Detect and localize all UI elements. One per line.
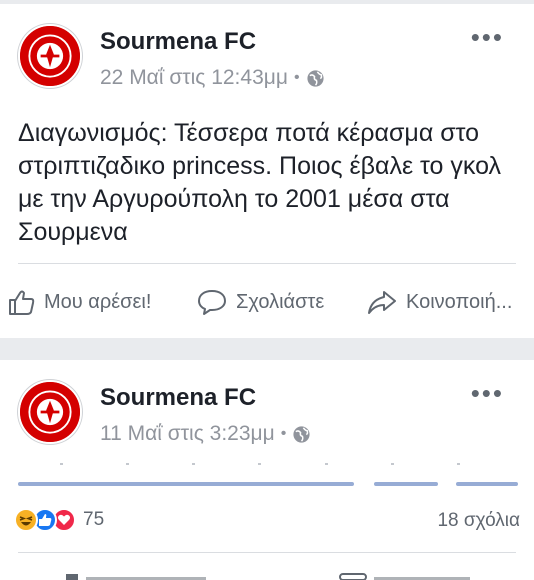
feed-post: Sourmena FC 22 Μαΐ στις 12:43μμ • ••• Δι… (0, 4, 534, 338)
comments-count[interactable]: 18 σχόλια (437, 510, 520, 532)
news-feed: Sourmena FC 22 Μαΐ στις 12:43μμ • ••• Δι… (0, 0, 534, 580)
content-preview-bar (374, 482, 438, 486)
thumbs-up-icon (9, 290, 35, 315)
page-avatar[interactable] (18, 24, 82, 88)
post-meta: 11 Μαΐ στις 3:23μμ • (100, 422, 311, 446)
haha-reaction-icon (14, 508, 38, 532)
reactions-summary[interactable]: 75 (14, 508, 104, 532)
share-button[interactable]: Κοινοποιή... (366, 280, 512, 324)
club-crest-icon (20, 26, 80, 86)
comment-button[interactable]: Σχολιάστε (196, 280, 324, 324)
post-actions: Μου αρέσει! Σχολιάστε Κοινοποιή... (0, 280, 534, 324)
like-label: Μου αρέσει! (44, 290, 152, 313)
post-header: Sourmena FC 11 Μαΐ στις 3:23μμ • ••• (0, 360, 534, 448)
page-name[interactable]: Sourmena FC (100, 384, 256, 412)
meta-separator: • (280, 425, 287, 442)
cut-off-action-row (66, 573, 470, 580)
content-preview-bar (18, 482, 354, 486)
post-message: Διαγωνισμός: Τέσσερα ποτά κέρασμα στο στ… (18, 119, 502, 246)
post-actions (0, 566, 534, 580)
reactions-count: 75 (83, 509, 105, 530)
post-meta: 22 Μαΐ στις 12:43μμ • (100, 66, 325, 90)
post-header: Sourmena FC 22 Μαΐ στις 12:43μμ • ••• (0, 4, 534, 92)
globe-icon[interactable] (292, 425, 311, 444)
more-options-icon[interactable]: ••• (471, 380, 504, 406)
comment-label: Σχολιάστε (236, 290, 325, 313)
page-name[interactable]: Sourmena FC (100, 28, 256, 56)
post-timestamp[interactable]: 11 Μαΐ στις 3:23μμ (100, 422, 275, 446)
content-preview-placeholder (60, 463, 460, 465)
club-crest-icon (20, 382, 80, 442)
divider (18, 552, 516, 553)
share-arrow-icon (368, 291, 396, 314)
meta-separator: • (293, 69, 300, 86)
globe-icon[interactable] (306, 69, 325, 88)
share-label: Κοινοποιή... (406, 290, 513, 313)
feed-post: Sourmena FC 11 Μαΐ στις 3:23μμ • ••• 75 … (0, 360, 534, 580)
like-button[interactable]: Μου αρέσει! (6, 280, 151, 324)
post-timestamp[interactable]: 22 Μαΐ στις 12:43μμ (100, 66, 288, 90)
page-avatar[interactable] (18, 380, 82, 444)
comment-bubble-icon (198, 290, 226, 315)
divider (18, 263, 516, 264)
content-preview-bar (456, 482, 518, 486)
more-options-icon[interactable]: ••• (471, 24, 504, 50)
